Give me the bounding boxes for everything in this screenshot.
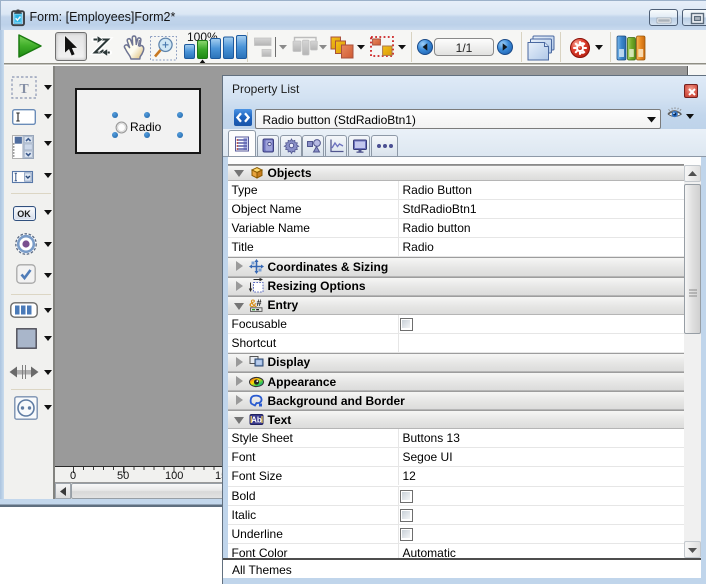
svg-text:#: # [256, 298, 261, 308]
svg-text:T: T [19, 82, 29, 97]
svg-text:Ab: Ab [251, 415, 262, 424]
